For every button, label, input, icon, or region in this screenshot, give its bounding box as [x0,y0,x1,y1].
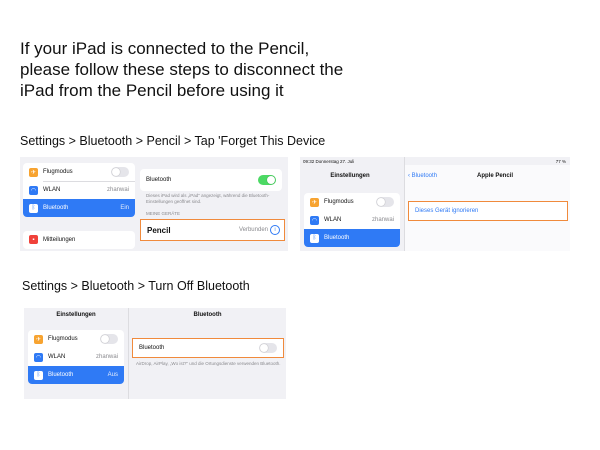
settings-item-mitteilungen[interactable]: ▪ Mitteilungen [23,231,135,249]
heading-line-1: If your iPad is connected to the Pencil, [20,39,310,58]
screenshot-bluetooth-off: Einstellungen Bluetooth ✈ Flugmodus ◠ WL… [24,308,286,399]
settings-list: ✈ Flugmodus ◠ WLAN zhanwai ᛒ Bluetooth E… [23,163,135,217]
bluetooth-icon: ᛒ [310,233,319,243]
forget-device-button[interactable]: Dieses Gerät ignorieren [408,201,568,221]
settings-list: ✈ Flugmodus ◠ WLAN zhanwai ᛒ Bluetooth [304,193,400,247]
wifi-icon: ◠ [310,215,319,225]
status-time: 09:32 Donnerstag 27. Juli [303,159,355,164]
settings-item-bluetooth[interactable]: ᛒ Bluetooth Ein [23,199,135,217]
right-title: Bluetooth [193,312,222,318]
left-title: Einstellungen [56,312,96,318]
back-button[interactable]: ‹ Bluetooth [408,173,437,179]
settings-item-bluetooth[interactable]: ᛒ Bluetooth [304,229,400,247]
flugmodus-toggle[interactable] [100,334,118,344]
left-title: Einstellungen [330,173,370,179]
info-icon[interactable]: i [270,225,280,235]
flugmodus-toggle[interactable] [111,167,129,177]
screenshot-apple-pencil: 09:32 Donnerstag 27. Juli 77 % Einstellu… [300,157,570,251]
bluetooth-icon: ᛒ [34,370,43,380]
status-battery: 77 % [555,159,566,164]
bluetooth-description: AirDrop, AirPlay, „Wo ist?" und die Ortu… [136,361,281,366]
instruction-heading: If your iPad is connected to the Pencil,… [20,38,580,101]
settings-item-flugmodus[interactable]: ✈ Flugmodus [304,193,400,211]
settings-item-wlan[interactable]: ◠ WLAN zhanwai [28,348,124,366]
right-title: Apple Pencil [476,173,513,179]
bluetooth-switch[interactable] [258,175,276,185]
bluetooth-switch[interactable] [259,343,277,353]
settings-item-wlan[interactable]: ◠ WLAN zhanwai [304,211,400,229]
pencil-device-row[interactable]: Pencil Verbunden i [140,219,285,241]
heading-line-3: iPad from the Pencil before using it [20,81,284,100]
bluetooth-toggle-row[interactable]: Bluetooth [140,169,282,191]
settings-item-bluetooth[interactable]: ᛒ Bluetooth Aus [28,366,124,384]
wifi-icon: ◠ [29,185,38,195]
wifi-icon: ◠ [34,352,43,362]
caption-forget-device: Settings > Bluetooth > Pencil > Tap 'For… [20,134,326,148]
flugmodus-toggle[interactable] [376,197,394,207]
caption-turn-off-bluetooth: Settings > Bluetooth > Turn Off Bluetoot… [22,279,250,293]
airplane-icon: ✈ [34,334,43,344]
heading-line-2: please follow these steps to disconnect … [20,60,344,79]
settings-item-flugmodus[interactable]: ✈ Flugmodus [23,163,135,181]
bluetooth-icon: ᛒ [29,203,38,213]
settings-item-wlan[interactable]: ◠ WLAN zhanwai [23,181,135,199]
notifications-icon: ▪ [29,235,38,244]
settings-item-flugmodus[interactable]: ✈ Flugmodus [28,330,124,348]
bluetooth-description: Dieses iPad wird als „iPad" angezeigt, w… [146,193,270,204]
bluetooth-toggle-row[interactable]: Bluetooth [132,338,284,358]
settings-list: ✈ Flugmodus ◠ WLAN zhanwai ᛒ Bluetooth A… [28,330,124,384]
section-header: MEINE GERÄTE [146,211,181,216]
airplane-icon: ✈ [29,167,38,177]
airplane-icon: ✈ [310,197,319,207]
screenshot-bluetooth-pencil: ✈ Flugmodus ◠ WLAN zhanwai ᛒ Bluetooth E… [20,157,288,251]
